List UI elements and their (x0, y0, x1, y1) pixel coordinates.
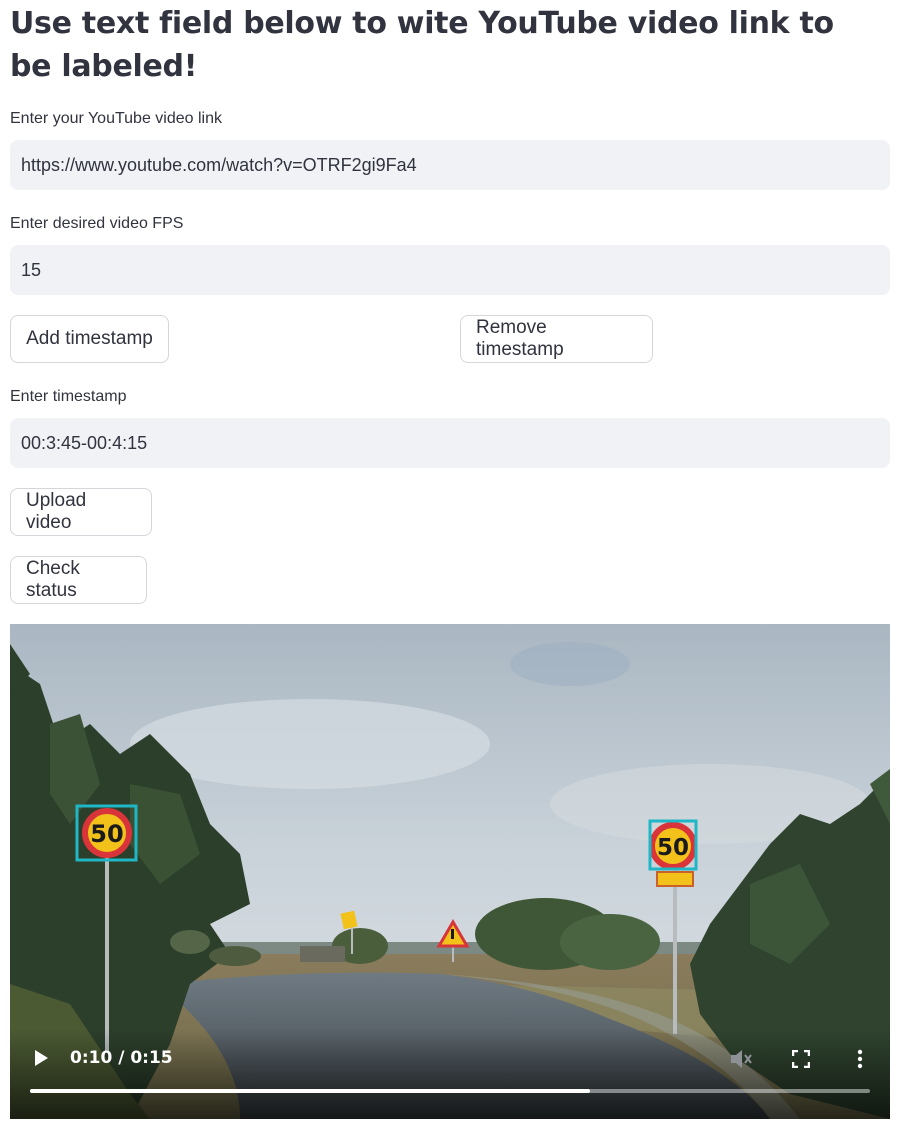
controls-gradient (10, 1029, 890, 1119)
play-button[interactable] (32, 1048, 50, 1073)
youtube-link-input[interactable]: https://www.youtube.com/watch?v=OTRF2gi9… (10, 140, 890, 190)
add-timestamp-button[interactable]: Add timestamp (10, 315, 169, 363)
mute-button[interactable] (729, 1048, 753, 1075)
fps-label: Enter desired video FPS (10, 215, 184, 232)
page-title: Use text field below to wite YouTube vid… (10, 6, 834, 84)
timestamp-label: Enter timestamp (10, 388, 127, 405)
progress-bar[interactable] (30, 1089, 870, 1093)
fullscreen-button[interactable] (791, 1049, 811, 1073)
sign-text-right: 50 (657, 835, 689, 861)
more-options-button[interactable] (856, 1049, 864, 1074)
more-options-icon (857, 1049, 863, 1069)
timestamp-input[interactable]: 00:3:45-00:4:15 (10, 418, 890, 468)
play-icon (35, 1050, 48, 1066)
volume-muted-icon (731, 1050, 752, 1068)
check-status-button[interactable]: Check status (10, 556, 147, 604)
video-player[interactable]: 50 50 0:10 / 0:15 (10, 624, 890, 1119)
upload-video-button[interactable]: Upload video (10, 488, 152, 536)
youtube-link-label: Enter your YouTube video link (10, 110, 222, 127)
sign-text-left: 50 (90, 820, 123, 848)
fps-input[interactable]: 15 (10, 245, 890, 295)
progress-fill (30, 1089, 591, 1093)
fullscreen-icon (791, 1049, 811, 1069)
remove-timestamp-button[interactable]: Remove timestamp (460, 315, 653, 363)
time-display: 0:10 / 0:15 (70, 1048, 173, 1068)
